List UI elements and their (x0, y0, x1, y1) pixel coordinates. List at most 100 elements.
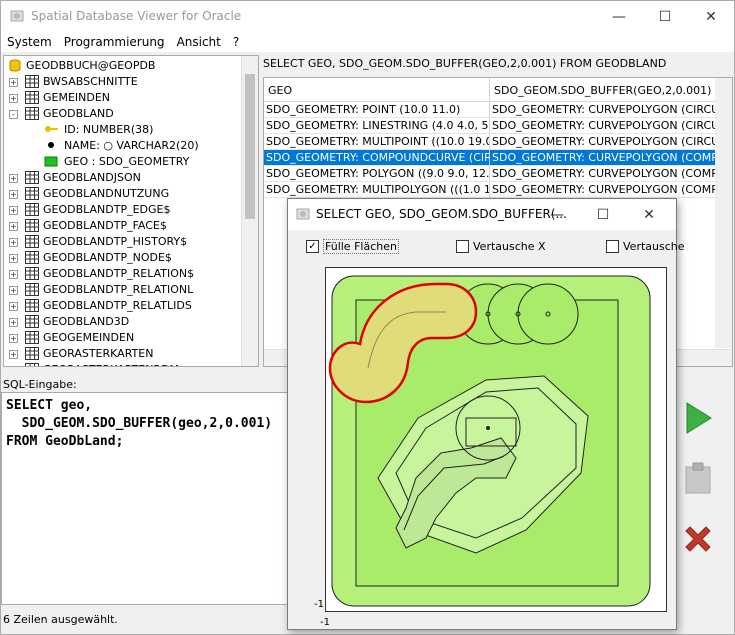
table-cell[interactable]: SDO_GEOMETRY: CURVEPOLYGON (CIRCU... (490, 134, 716, 150)
tree-table-item[interactable]: + GEODBLANDTP_FACE$ (4, 218, 242, 234)
tree-column-item[interactable]: NAME: ○ VARCHAR2(20) (4, 138, 242, 154)
tree-table-item[interactable]: + GEORASTERKARTENRDM (4, 362, 242, 367)
collapse-icon[interactable]: - (9, 110, 18, 119)
menu-programmierung[interactable]: Programmierung (58, 32, 171, 52)
expand-icon[interactable]: + (9, 302, 18, 311)
tree-table-item[interactable]: + GEODBLANDTP_NODE$ (4, 250, 242, 266)
dialog-maximize-icon[interactable]: ☐ (580, 199, 626, 230)
expand-icon[interactable]: + (9, 318, 18, 327)
sql-line: SDO_GEOM.SDO_BUFFER(geo,2,0.001) (6, 416, 273, 431)
expand-icon[interactable]: + (9, 350, 18, 359)
sql-line: FROM GeoDbLand; (6, 434, 124, 449)
sql-editor[interactable]: SELECT geo, SDO_GEOM.SDO_BUFFER(geo,2,0.… (1, 392, 291, 605)
expand-icon[interactable]: + (9, 270, 18, 279)
maximize-icon[interactable]: ☐ (642, 1, 688, 32)
tree-scroll-thumb[interactable] (245, 74, 255, 219)
column-header-geo[interactable]: GEO (264, 78, 490, 102)
tree-root[interactable]: GEODBBUCH@GEOPDB (4, 58, 242, 74)
table-cell[interactable]: SDO_GEOMETRY: CURVEPOLYGON (COMP... (490, 150, 716, 166)
expand-icon[interactable]: + (9, 238, 18, 247)
checkbox-icon (456, 239, 469, 253)
tree-table-item[interactable]: + GEODBLANDNUTZUNG (4, 186, 242, 202)
table-cell[interactable]: SDO_GEOMETRY: CURVEPOLYGON (CIRCU... (490, 118, 716, 134)
tree-column-item[interactable]: GEO : SDO_GEOMETRY (4, 154, 242, 170)
geometry-canvas[interactable] (325, 267, 667, 612)
column-header-buffer[interactable]: SDO_GEOM.SDO_BUFFER(GEO,2,0.001) (490, 78, 716, 102)
tree-item-label: GEORASTERKARTEN (43, 347, 154, 360)
table-cell[interactable]: SDO_GEOMETRY: CURVEPOLYGON (COMP... (490, 166, 716, 182)
tree-table-item[interactable]: + GEORASTERKARTEN (4, 346, 242, 362)
tree-scrollbar[interactable] (241, 56, 258, 366)
tree-table-item[interactable]: + GEODBLAND3D (4, 314, 242, 330)
expand-icon[interactable]: + (9, 206, 18, 215)
menu-help[interactable]: ? (227, 32, 245, 52)
tree-item-label: GEORASTERKARTENRDM (43, 363, 179, 366)
tree-item-label: GEODBLANDTP_EDGE$ (43, 203, 171, 216)
tree-table-item[interactable]: + GEODBLANDJSON (4, 170, 242, 186)
tree-item-label: GEODBLANDJSON (43, 171, 141, 184)
fill-areas-checkbox[interactable]: ✓ Fülle Flächen (306, 238, 399, 254)
tree-table-item[interactable]: + GEODBLANDTP_HISTORY$ (4, 234, 242, 250)
geometry-viewer-dialog: SELECT GEO, SDO_GEOM.SDO_BUFFER(... — ☐ … (287, 198, 685, 630)
tree-item-label: GEODBLANDTP_RELATIONL (43, 283, 194, 296)
tree-table-item[interactable]: + GEODBLANDTP_RELATIONL (4, 282, 242, 298)
tree-column-item[interactable]: ID: NUMBER(38) (4, 122, 242, 138)
menu-ansicht[interactable]: Ansicht (171, 32, 227, 52)
expand-icon[interactable]: + (9, 334, 18, 343)
table-icon (25, 331, 39, 344)
point (486, 426, 490, 430)
table-cell[interactable]: SDO_GEOMETRY: CURVEPOLYGON (COMP... (490, 182, 716, 198)
expand-icon[interactable]: + (9, 254, 18, 263)
table-icon (25, 363, 39, 366)
cancel-button[interactable] (676, 517, 720, 561)
title-bar[interactable]: Spatial Database Viewer for Oracle — ☐ ✕ (1, 1, 734, 32)
table-icon (25, 107, 39, 120)
table-icon (25, 235, 39, 248)
table-icon (25, 299, 39, 312)
checkbox-icon: ✓ (306, 239, 319, 253)
minimize-icon[interactable]: — (596, 1, 642, 32)
tree-table-item[interactable]: + GEODBLANDTP_RELATLIDS (4, 298, 242, 314)
expand-icon[interactable]: + (9, 286, 18, 295)
tree-table-item[interactable]: - GEODBLAND (4, 106, 242, 122)
tree-item-label: GEOGEMEINDEN (43, 331, 135, 344)
tree-table-item[interactable]: + GEMEINDEN (4, 90, 242, 106)
dialog-minimize-icon[interactable]: — (534, 199, 580, 230)
menu-system[interactable]: System (1, 32, 58, 52)
checkbox-icon (606, 239, 619, 253)
swap-x-checkbox[interactable]: Vertausche X (456, 239, 546, 253)
menu-bar: System Programmierung Ansicht ? (1, 32, 734, 52)
schema-tree[interactable]: GEODBBUCH@GEOPDB + BWSABSCHNITTE + GEMEINDE… (3, 55, 259, 367)
table-cell[interactable]: SDO_GEOMETRY: POLYGON ((9.0 9.0, 12.0... (264, 166, 490, 182)
table-cell[interactable]: SDO_GEOMETRY: LINESTRING (4.0 4.0, 5.... (264, 118, 490, 134)
expand-icon[interactable]: + (9, 222, 18, 231)
expand-icon[interactable]: + (9, 366, 18, 367)
expand-icon[interactable]: + (9, 94, 18, 103)
geometry-plot (328, 275, 651, 607)
expand-icon[interactable]: + (9, 174, 18, 183)
clipboard-button[interactable] (676, 456, 720, 500)
tree-item-label: GEODBLANDNUTZUNG (43, 187, 170, 200)
expand-icon[interactable]: + (9, 78, 18, 87)
close-icon[interactable]: ✕ (688, 1, 734, 32)
tree-table-item[interactable]: + BWSABSCHNITTE (4, 74, 242, 90)
app-icon (10, 10, 24, 22)
dialog-title-bar[interactable]: SELECT GEO, SDO_GEOM.SDO_BUFFER(... — ☐ … (288, 199, 676, 230)
swap-checkbox[interactable]: Vertausche (606, 239, 685, 253)
tree-item-label: ID: NUMBER(38) (64, 123, 154, 136)
tree-table-item[interactable]: + GEODBLANDTP_EDGE$ (4, 202, 242, 218)
tree-item-label: NAME: ○ VARCHAR2(20) (64, 139, 199, 152)
tree-table-item[interactable]: + GEOGEMEINDEN (4, 330, 242, 346)
table-cell[interactable]: SDO_GEOMETRY: MULTIPOINT ((10.0 19.0.... (264, 134, 490, 150)
table-cell[interactable]: SDO_GEOMETRY: MULTIPOLYGON (((1.0 1.... (264, 182, 490, 198)
geometry-icon (44, 156, 58, 167)
expand-icon[interactable]: + (9, 190, 18, 199)
table-cell[interactable]: SDO_GEOMETRY: POINT (10.0 11.0) (264, 102, 490, 118)
table-cell[interactable]: SDO_GEOMETRY: COMPOUNDCURVE (CIR... (264, 150, 490, 166)
run-button[interactable] (676, 396, 720, 440)
table-cell[interactable]: SDO_GEOMETRY: CURVEPOLYGON (CIRCU... (490, 102, 716, 118)
dialog-close-icon[interactable]: ✕ (626, 199, 672, 230)
tree-table-item[interactable]: + GEODBLANDTP_RELATION$ (4, 266, 242, 282)
tree-item-label: GEODBLANDTP_HISTORY$ (43, 235, 188, 248)
grid-vertical-scrollbar[interactable] (715, 78, 732, 348)
